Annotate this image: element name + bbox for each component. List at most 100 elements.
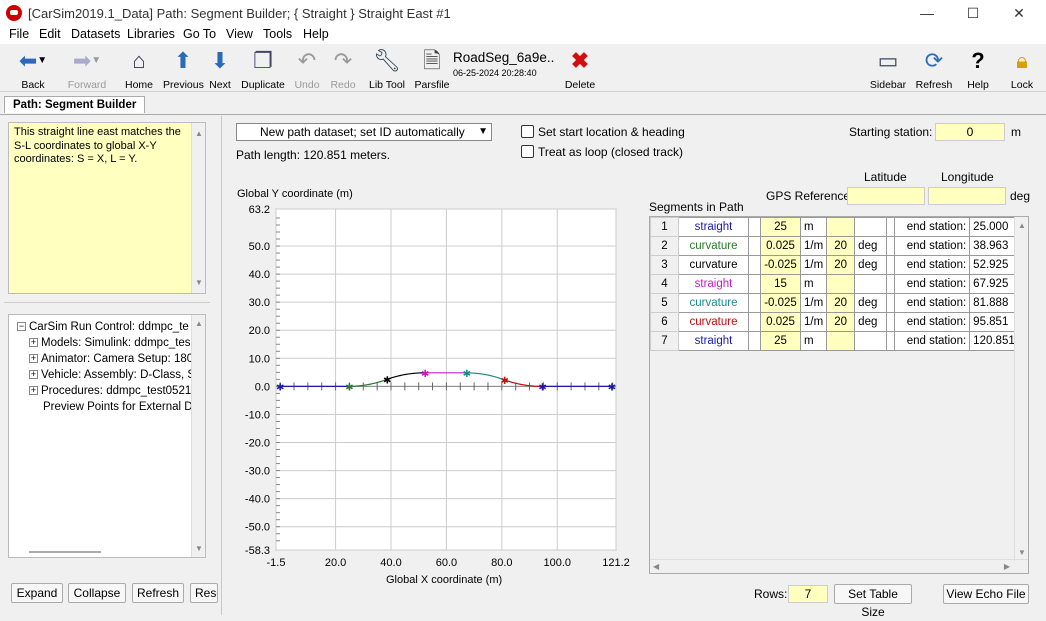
menu-datasets[interactable]: Datasets xyxy=(71,27,120,41)
tree-scrollbar[interactable]: ▲ ▼ xyxy=(191,315,205,557)
gps-longitude-input[interactable] xyxy=(928,187,1006,205)
segment-angle-cell[interactable]: 20 xyxy=(826,236,856,256)
menu-edit[interactable]: Edit xyxy=(39,27,61,41)
end-station-value: 38.963 xyxy=(969,236,1021,256)
grid-hscroll[interactable]: ◀ ▶ xyxy=(650,559,1028,573)
set-table-size-button[interactable]: Set Table Size xyxy=(834,584,912,619)
sidebar-button[interactable]: ▭ Sidebar xyxy=(868,46,908,92)
segment-value-cell[interactable]: 0.025 xyxy=(760,312,801,332)
segment-angle-cell[interactable]: 20 xyxy=(826,255,856,275)
end-station-value: 67.925 xyxy=(969,274,1021,294)
up-arrow-icon: ⬆ xyxy=(173,48,193,73)
maximize-button[interactable]: ☐ xyxy=(950,0,996,26)
row-number: 1 xyxy=(650,217,679,237)
x-tick-label: 121.2 xyxy=(602,557,630,569)
segment-type-cell[interactable]: straight xyxy=(678,217,749,237)
tree-item-vehicle[interactable]: + Vehicle: Assembly: D-Class, S xyxy=(29,367,209,383)
spacer-cell xyxy=(886,274,896,294)
refresh-button[interactable]: Refresh xyxy=(132,583,184,603)
segment-value-cell[interactable]: 15 xyxy=(760,274,801,294)
spacer-cell xyxy=(748,312,761,332)
menu-help[interactable]: Help xyxy=(303,27,329,41)
run-control-tree[interactable]: − CarSim Run Control: ddmpc_te + Models: S… xyxy=(8,314,206,558)
starting-station-label: Starting station: xyxy=(849,125,933,139)
y-tick-label: 10.0 xyxy=(249,353,270,365)
notes-scrollbar[interactable]: ▲ ▼ xyxy=(191,123,205,293)
notes-textarea[interactable]: This straight line east matches the S-L … xyxy=(8,122,206,294)
segment-angle-cell[interactable]: 20 xyxy=(826,293,856,313)
treat-loop-checkbox[interactable] xyxy=(521,145,534,158)
segment-type-cell[interactable]: curvature xyxy=(678,293,749,313)
notes-text: This straight line east matches the S-L … xyxy=(14,126,181,165)
close-button[interactable]: ✕ xyxy=(996,0,1042,26)
tree-item-animator[interactable]: + Animator: Camera Setup: 180 xyxy=(29,351,209,367)
segment-angle-cell[interactable] xyxy=(826,274,856,294)
previous-button[interactable]: ⬆ Previous xyxy=(163,46,204,92)
spacer-cell xyxy=(748,236,761,256)
segment-start-marker: ✱ xyxy=(421,369,429,380)
tab-bar: Path: Segment Builder xyxy=(0,94,1046,114)
row-number: 3 xyxy=(650,255,679,275)
lib-tool-button[interactable]: 🔧︎ Lib Tool xyxy=(366,46,408,92)
segment-angle-cell[interactable] xyxy=(826,331,856,351)
minimize-button[interactable]: — xyxy=(904,0,950,26)
segment-value-cell[interactable]: -0.025 xyxy=(760,255,801,275)
segment-angle-cell[interactable] xyxy=(826,217,856,237)
tree-root[interactable]: − CarSim Run Control: ddmpc_te xyxy=(17,319,197,335)
panel-divider xyxy=(4,302,210,303)
splitter[interactable] xyxy=(221,116,222,615)
segment-value-cell[interactable]: 25 xyxy=(760,331,801,351)
segments-grid[interactable]: 1 straight 25 m end station: 25.000 2 curvature… xyxy=(649,216,1029,574)
starting-station-input[interactable]: 0 xyxy=(935,123,1005,141)
segment-type-cell[interactable]: curvature xyxy=(678,255,749,275)
forward-button[interactable]: ➡ ▼ Forward xyxy=(62,46,112,92)
menu-go-to[interactable]: Go To xyxy=(183,27,216,41)
menu-tools[interactable]: Tools xyxy=(263,27,292,41)
menu-view[interactable]: View xyxy=(226,27,253,41)
undo-button[interactable]: ↶ Undo xyxy=(290,46,324,92)
tab-segment-builder[interactable]: Path: Segment Builder xyxy=(4,96,146,113)
toolbar: ⬅ ▼ Back ➡ ▼ Forward ⌂ Home ⬆ Previous ⬇ N… xyxy=(0,44,1046,92)
segment-type-cell[interactable]: curvature xyxy=(678,312,749,332)
grid-vscroll[interactable]: ▲ ▼ xyxy=(1014,217,1028,561)
segment-type-cell[interactable]: straight xyxy=(678,331,749,351)
path-plot[interactable]: -1.5 20.0 40.0 60.0 80.0 100.0 121.2 63.2 50.0 40… xyxy=(230,200,630,572)
collapse-button[interactable]: Collapse xyxy=(68,583,126,603)
duplicate-button[interactable]: ❐ Duplicate xyxy=(240,46,286,92)
tree-item-models[interactable]: + Models: Simulink: ddmpc_tes xyxy=(29,335,209,351)
lock-button[interactable]: 🔒︎ Lock xyxy=(1004,46,1040,92)
gps-latitude-input[interactable] xyxy=(847,187,925,205)
dataset-name: RoadSeg_6a9e.. xyxy=(453,50,555,65)
parsfile-button[interactable]: 🗎︎ Parsfile xyxy=(414,46,450,92)
refresh-toolbar-button[interactable]: ⟳ Refresh xyxy=(914,46,954,92)
menu-libraries[interactable]: Libraries xyxy=(127,27,175,41)
dataset-dropdown[interactable]: New path dataset; set ID automatically ▼ xyxy=(236,123,492,141)
segment-angle-cell[interactable]: 20 xyxy=(826,312,856,332)
scroll-left-icon: ◀ xyxy=(653,562,660,571)
segment-type-cell[interactable]: straight xyxy=(678,274,749,294)
view-echo-file-button[interactable]: View Echo File xyxy=(943,584,1029,604)
help-button[interactable]: ? Help xyxy=(960,46,996,92)
segment-value-cell[interactable]: -0.025 xyxy=(760,293,801,313)
redo-button[interactable]: ↷ Redo xyxy=(326,46,360,92)
segment-type-cell[interactable]: curvature xyxy=(678,236,749,256)
tree-hscroll-thumb[interactable] xyxy=(29,551,101,553)
segment-value-cell[interactable]: 25 xyxy=(760,217,801,237)
tree-item-procedures[interactable]: + Procedures: ddmpc_test0521 xyxy=(29,383,209,399)
home-button[interactable]: ⌂ Home xyxy=(120,46,158,92)
delete-button[interactable]: ✖ Delete xyxy=(562,46,598,92)
next-button[interactable]: ⬇ Next xyxy=(203,46,237,92)
back-button[interactable]: ⬅ ▼ Back xyxy=(8,46,58,92)
reset-button[interactable]: Rese xyxy=(190,583,218,603)
set-start-checkbox[interactable] xyxy=(521,125,534,138)
segment-value-cell[interactable]: 0.025 xyxy=(760,236,801,256)
spacer-cell xyxy=(748,331,761,351)
plot-xlabel: Global X coordinate (m) xyxy=(386,574,503,586)
angle-unit-cell: deg xyxy=(854,236,888,256)
table-row: 3 curvature -0.025 1/m 20 deg end station: 52.9… xyxy=(650,255,1021,275)
menu-file[interactable]: File xyxy=(9,27,29,41)
rows-input[interactable]: 7 xyxy=(788,585,828,603)
expand-button[interactable]: Expand xyxy=(11,583,63,603)
y-tick-label: 63.2 xyxy=(249,204,270,216)
back-arrow-icon: ⬅ ▼ xyxy=(18,48,48,73)
